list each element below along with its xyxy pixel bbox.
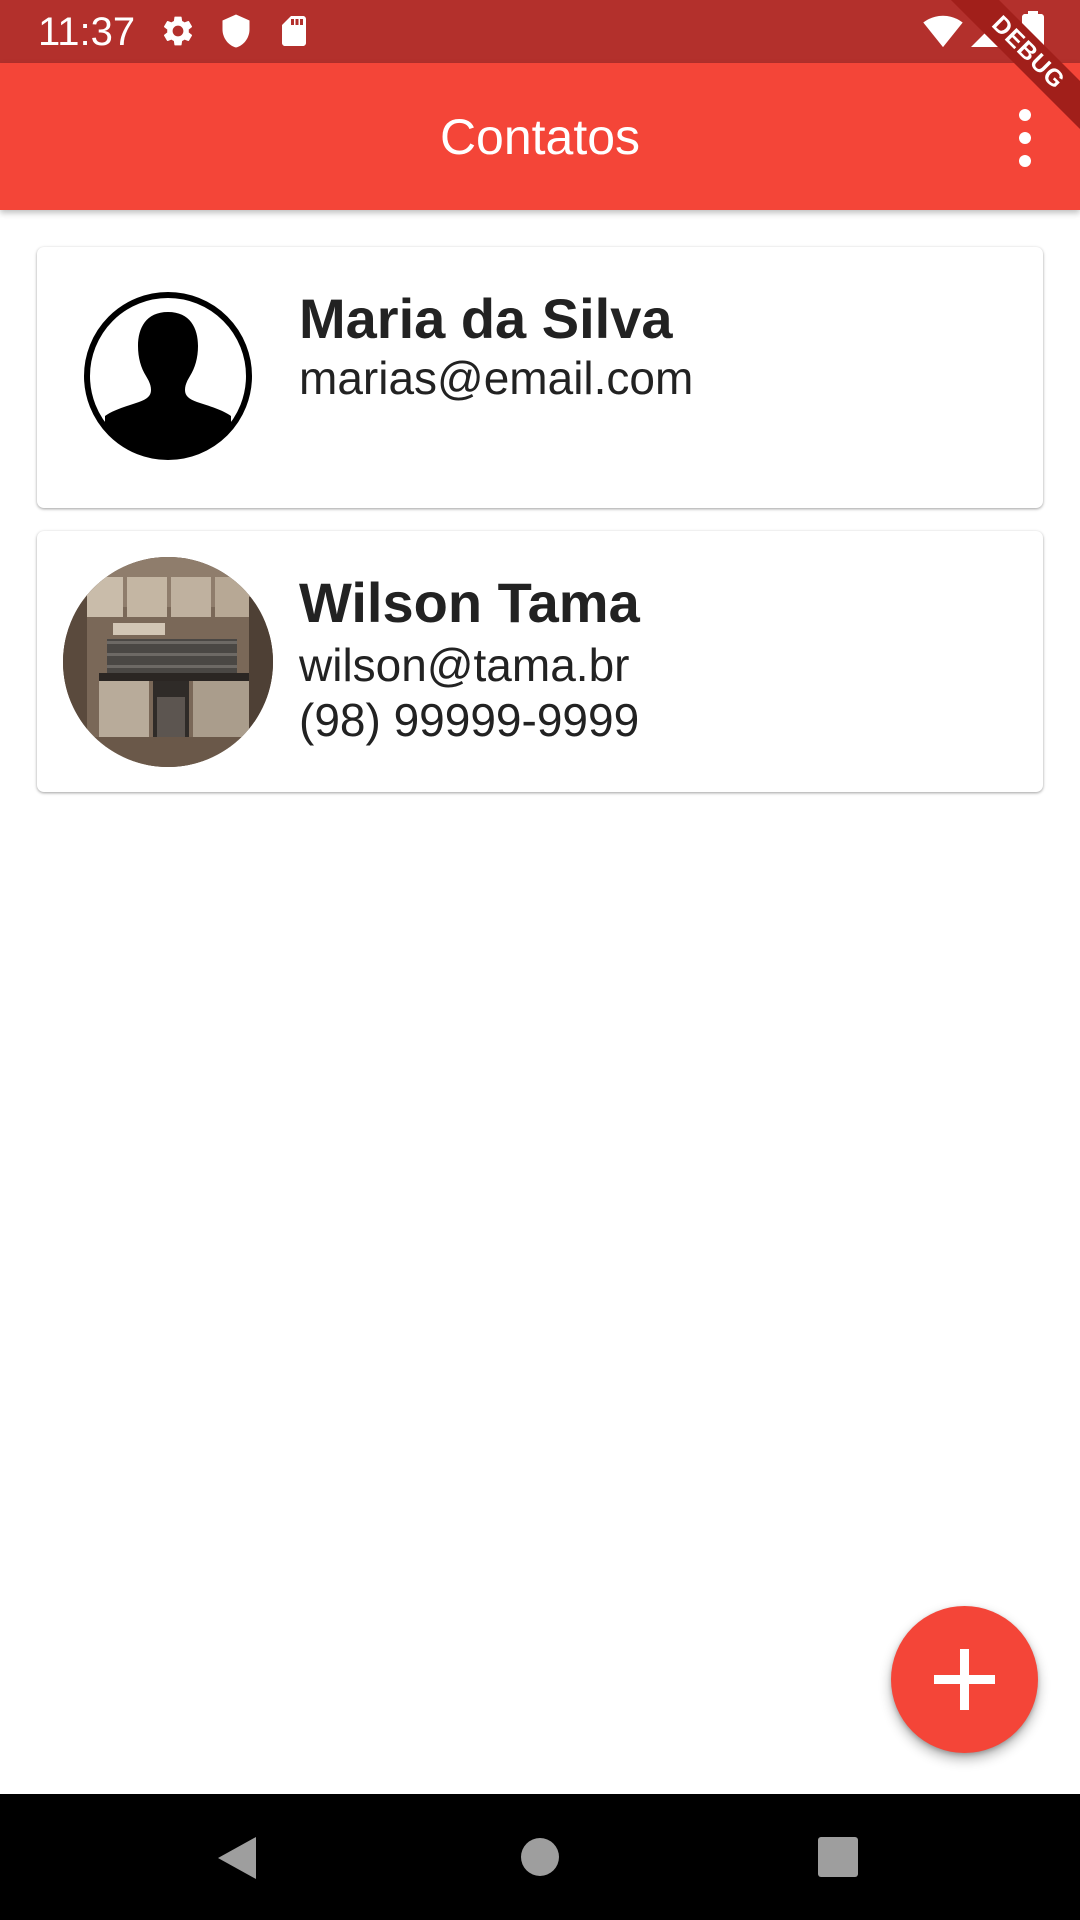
sd-card-icon — [276, 13, 312, 49]
app-bar: Contatos — [0, 63, 1080, 210]
contact-name: Wilson Tama — [299, 571, 640, 634]
kitchen-photo — [63, 557, 273, 767]
back-icon[interactable] — [208, 1827, 268, 1887]
recents-icon[interactable] — [808, 1827, 868, 1887]
contact-email: marias@email.com — [299, 352, 694, 404]
settings-icon — [160, 13, 196, 49]
navigation-bar — [0, 1794, 1080, 1920]
status-bar: 11:37 — [0, 0, 1080, 63]
person-placeholder-icon — [82, 290, 254, 462]
contact-phone: (98) 99999-9999 — [299, 694, 640, 746]
more-vert-icon — [1019, 109, 1031, 121]
add-contact-button[interactable] — [891, 1606, 1038, 1753]
contact-email: wilson@tama.br — [299, 639, 630, 691]
status-time: 11:37 — [38, 10, 136, 54]
page-title: Contatos — [439, 109, 641, 165]
add-icon — [934, 1649, 995, 1710]
more-options-button[interactable] — [990, 103, 1060, 173]
contact-card[interactable]: Wilson Tama wilson@tama.br (98) 99999-99… — [37, 531, 1043, 792]
home-icon[interactable] — [510, 1827, 570, 1887]
contact-name: Maria da Silva — [299, 287, 673, 350]
wifi-icon — [922, 14, 964, 48]
contact-card[interactable]: Maria da Silva marias@email.com — [37, 247, 1043, 508]
screen: 11:37 Contatos DEBUG Maria da Silva mari… — [0, 0, 1080, 1920]
shield-icon — [218, 13, 254, 49]
